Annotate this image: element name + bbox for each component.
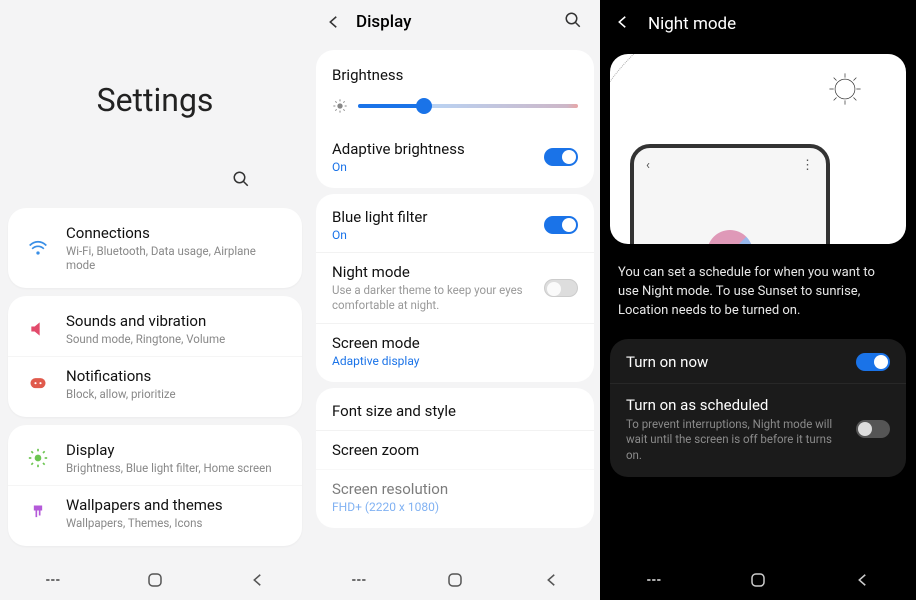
item-label: Night mode (332, 263, 578, 281)
item-font-size[interactable]: Font size and style (316, 392, 594, 430)
row-subtitle: Brightness, Blue light filter, Home scre… (66, 461, 286, 475)
item-label: Turn on as scheduled (626, 396, 890, 414)
back-button[interactable] (843, 565, 883, 595)
item-value: On (332, 160, 578, 174)
settings-screen: Settings Connections Wi-Fi, Bluetooth, D… (0, 0, 310, 600)
settings-card-sound-notif: Sounds and vibration Sound mode, Rington… (8, 296, 302, 417)
display-group-font: Font size and style Screen zoom Screen r… (316, 388, 594, 528)
item-blue-light[interactable]: Blue light filter On (316, 198, 594, 252)
sun-icon (332, 98, 348, 114)
chevron-left-icon: ‹ (646, 158, 650, 173)
chevron-left-icon (614, 13, 632, 31)
row-subtitle: Wi-Fi, Bluetooth, Data usage, Airplane m… (66, 244, 286, 272)
row-connections[interactable]: Connections Wi-Fi, Bluetooth, Data usage… (8, 214, 302, 282)
row-subtitle: Wallpapers, Themes, Icons (66, 516, 286, 530)
sun-outline-icon (828, 72, 862, 106)
blue-light-toggle[interactable] (544, 216, 578, 234)
settings-card-display-themes: Display Brightness, Blue light filter, H… (8, 425, 302, 546)
item-label: Screen resolution (332, 480, 578, 498)
row-title: Connections (66, 224, 286, 242)
search-button[interactable] (564, 11, 588, 33)
recents-button[interactable] (338, 565, 378, 595)
chevron-left-icon (325, 13, 343, 31)
brush-icon (24, 503, 52, 523)
back-button[interactable] (322, 13, 346, 31)
home-button[interactable] (738, 565, 778, 595)
brightness-icon (24, 448, 52, 468)
row-title: Sounds and vibration (66, 312, 286, 330)
row-wallpapers[interactable]: Wallpapers and themes Wallpapers, Themes… (8, 485, 302, 540)
display-screen: Display Brightness Adaptive brightness O… (310, 0, 600, 600)
display-group-brightness: Brightness Adaptive brightness On (316, 50, 594, 188)
item-label: Turn on now (626, 353, 890, 371)
device-mockup: ‹ ⋮ (630, 144, 830, 244)
back-button[interactable] (238, 565, 278, 595)
item-value: Adaptive display (332, 354, 578, 368)
item-desc: Use a darker theme to keep your eyes com… (332, 283, 578, 313)
night-appbar: Night mode (600, 0, 916, 48)
item-label: Screen mode (332, 334, 578, 352)
page-title: Settings (97, 81, 214, 119)
back-button[interactable] (532, 565, 572, 595)
night-mode-toggle[interactable] (544, 279, 578, 297)
wifi-icon (24, 238, 52, 258)
home-button[interactable] (435, 565, 475, 595)
more-icon: ⋮ (801, 158, 814, 173)
android-navbar (310, 560, 600, 600)
row-notifications[interactable]: Notifications Block, allow, prioritize (8, 356, 302, 411)
turn-on-scheduled-toggle[interactable] (856, 420, 890, 438)
adaptive-brightness-toggle[interactable] (544, 148, 578, 166)
page-title: Display (356, 12, 564, 32)
item-screen-resolution[interactable]: Screen resolution FHD+ (2220 x 1080) (316, 469, 594, 524)
turn-on-now-toggle[interactable] (856, 353, 890, 371)
item-label: Adaptive brightness (332, 140, 578, 158)
night-mode-illustration: ‹ ⋮ (610, 54, 906, 244)
home-button[interactable] (135, 565, 175, 595)
item-screen-mode[interactable]: Screen mode Adaptive display (316, 323, 594, 378)
page-title: Night mode (648, 14, 736, 34)
recents-button[interactable] (32, 565, 72, 595)
item-label: Font size and style (332, 402, 578, 420)
message-icon (24, 374, 52, 394)
item-value: FHD+ (2220 x 1080) (332, 500, 578, 514)
item-night-mode[interactable]: Night mode Use a darker theme to keep yo… (316, 252, 594, 323)
slider-thumb[interactable] (416, 98, 432, 114)
item-desc: To prevent interruptions, Night mode wil… (626, 417, 890, 464)
item-value: On (332, 228, 578, 242)
night-mode-screen: Night mode ‹ ⋮ You can set a schedule fo… (600, 0, 916, 600)
android-navbar (600, 560, 916, 600)
android-navbar (0, 560, 310, 600)
search-icon (564, 11, 582, 29)
night-mode-info-text: You can set a schedule for when you want… (600, 250, 916, 339)
item-label: Screen zoom (332, 441, 578, 459)
brightness-section: Brightness (316, 54, 594, 130)
search-icon (232, 170, 250, 188)
search-button[interactable] (232, 170, 250, 192)
row-title: Wallpapers and themes (66, 496, 286, 514)
settings-card-connections: Connections Wi-Fi, Bluetooth, Data usage… (8, 208, 302, 288)
brightness-label: Brightness (332, 66, 578, 84)
brightness-slider[interactable] (358, 104, 578, 108)
row-subtitle: Block, allow, prioritize (66, 387, 286, 401)
display-appbar: Display (310, 0, 600, 44)
item-adaptive-brightness[interactable]: Adaptive brightness On (316, 130, 594, 184)
night-options-group: Turn on now Turn on as scheduled To prev… (610, 339, 906, 478)
item-turn-on-scheduled[interactable]: Turn on as scheduled To prevent interrup… (610, 383, 906, 476)
theme-circle-icon (707, 230, 753, 244)
recents-button[interactable] (633, 565, 673, 595)
row-sounds[interactable]: Sounds and vibration Sound mode, Rington… (8, 302, 302, 356)
row-display[interactable]: Display Brightness, Blue light filter, H… (8, 431, 302, 485)
row-subtitle: Sound mode, Ringtone, Volume (66, 332, 286, 346)
back-button[interactable] (614, 13, 636, 35)
row-title: Notifications (66, 367, 286, 385)
speaker-icon (24, 319, 52, 339)
item-turn-on-now[interactable]: Turn on now (610, 341, 906, 383)
row-title: Display (66, 441, 286, 459)
settings-hero: Settings (0, 0, 310, 200)
item-screen-zoom[interactable]: Screen zoom (316, 430, 594, 469)
display-group-modes: Blue light filter On Night mode Use a da… (316, 194, 594, 382)
item-label: Blue light filter (332, 208, 578, 226)
